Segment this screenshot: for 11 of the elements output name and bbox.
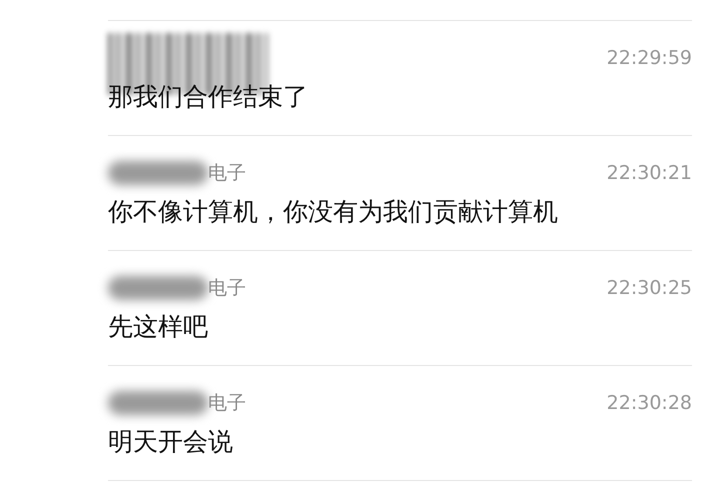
sender-name: 电子 [208, 390, 246, 416]
message-text: 先这样吧 [108, 311, 209, 343]
sender-name: 电子 [208, 160, 246, 186]
sender-name: 电子 [208, 276, 246, 301]
message-text: 那我们合作结束了 [108, 81, 309, 113]
message-time: 22:30:28 [606, 390, 692, 416]
message-time: 22:30:25 [606, 276, 692, 301]
message-text: 明天开会说 [108, 426, 234, 458]
message-text: 你不像计算机，你没有为我们贡献计算机 [108, 196, 559, 228]
message-time: 22:30:21 [606, 160, 692, 186]
message-time: 22:29:59 [606, 46, 692, 71]
